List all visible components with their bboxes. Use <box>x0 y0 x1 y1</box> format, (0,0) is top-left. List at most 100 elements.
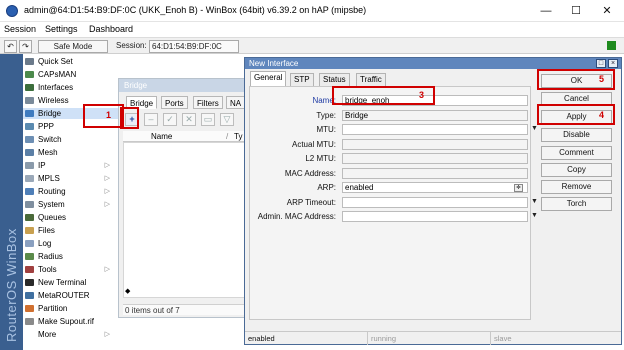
status-running: running <box>367 332 490 345</box>
close-button[interactable]: ✕ <box>592 3 622 19</box>
window-title: admin@64:D1:54:B9:DF:0C (UKK_Enoh B) - W… <box>24 5 367 15</box>
sidebar-item-ip[interactable]: IP ▷ <box>23 160 120 171</box>
sidebar-item-label: Log <box>38 239 52 248</box>
sidebar-item-label: Make Supout.rif <box>38 317 95 326</box>
sidebar-item-label: Bridge <box>38 109 62 118</box>
actual-mtu-row: Actual MTU: <box>250 139 532 151</box>
mtu-label: MTU: <box>316 125 336 134</box>
sidebar-item-more[interactable]: More ▷ <box>23 329 120 340</box>
comment-icon[interactable]: ▭ <box>201 113 215 126</box>
mtu-input[interactable] <box>342 124 528 135</box>
column-name[interactable]: Name <box>151 131 172 142</box>
mac-value <box>342 168 528 179</box>
sidebar-item-queues[interactable]: Queues <box>23 212 120 223</box>
type-value: Bridge <box>342 110 528 121</box>
tab-status[interactable]: Status <box>319 73 350 86</box>
session-field[interactable]: 64:D1:54:B9:DF:0C <box>149 40 239 53</box>
bridge-toolbar: + – ✓ ✕ ▭ ▽ <box>123 112 247 128</box>
sidebar-item-label: Interfaces <box>38 83 74 92</box>
tab-stp[interactable]: STP <box>290 73 314 86</box>
brand-text: RouterOS WinBox <box>4 228 19 342</box>
sidebar-item-label: Wireless <box>38 96 69 105</box>
menu-session[interactable]: Session <box>4 24 36 34</box>
menu-settings[interactable]: Settings <box>45 24 78 34</box>
terminal-icon <box>25 279 34 286</box>
tab-filters[interactable]: Filters <box>193 96 223 109</box>
sidebar-item-files[interactable]: Files <box>23 225 120 236</box>
type-label: Type: <box>316 111 336 120</box>
tab-traffic[interactable]: Traffic <box>356 73 386 86</box>
sidebar-menu: Quick Set CAPsMAN Interfaces Wireless Bridge… <box>23 54 120 350</box>
enable-icon[interactable]: ✓ <box>163 113 177 126</box>
restore-icon[interactable]: □ <box>596 59 606 68</box>
admin-mac-dropdown-icon[interactable]: ▼ <box>531 212 538 219</box>
sort-indicator: / <box>226 132 229 141</box>
sidebar-item-label: IP <box>38 161 46 170</box>
menu-dashboard[interactable]: Dashboard <box>89 24 133 34</box>
sidebar-item-tools[interactable]: Tools ▷ <box>23 264 120 275</box>
menu-bar: Session Settings Dashboard <box>0 22 624 37</box>
sidebar-item-make-supout-rif[interactable]: Make Supout.rif <box>23 316 120 327</box>
undo-icon[interactable]: ↶ <box>4 40 17 53</box>
admin-mac-input[interactable] <box>342 211 528 222</box>
dialog-close-icon[interactable]: × <box>608 59 618 68</box>
mtu-dropdown-icon[interactable]: ▼ <box>531 125 538 132</box>
copy-button[interactable]: Copy <box>541 163 612 177</box>
maximize-button[interactable]: ☐ <box>561 3 591 19</box>
tab-ports[interactable]: Ports <box>161 96 188 109</box>
sidebar-item-label: PPP <box>38 122 55 131</box>
sidebar-item-label: System <box>38 200 65 209</box>
sidebar-item-label: Files <box>38 226 55 235</box>
sidebar-item-mesh[interactable]: Mesh <box>23 147 120 158</box>
annotation-box-add <box>120 107 139 129</box>
system-icon <box>25 201 34 208</box>
tab-nat[interactable]: NA <box>226 96 246 109</box>
sidebar-item-mpls[interactable]: MPLS ▷ <box>23 173 120 184</box>
dialog-title: New Interface <box>245 58 621 69</box>
tools-icon <box>25 266 34 273</box>
title-bar: admin@64:D1:54:B9:DF:0C (UKK_Enoh B) - W… <box>0 0 624 22</box>
sidebar-item-label: MetaROUTER <box>38 291 90 300</box>
remove-icon[interactable]: – <box>144 113 158 126</box>
annotation-box-bridge <box>83 104 124 128</box>
sidebar-item-label: Radius <box>38 252 63 261</box>
submenu-arrow-icon: ▷ <box>104 201 110 208</box>
tab-general[interactable]: General <box>250 71 287 86</box>
annotation-label-3: 3 <box>419 90 425 100</box>
interfaces-icon <box>25 84 34 91</box>
sidebar-item-interfaces[interactable]: Interfaces <box>23 82 120 93</box>
torch-button[interactable]: Torch <box>541 197 612 211</box>
arp-select[interactable]: enabled ≑ <box>342 182 528 193</box>
sidebar-item-switch[interactable]: Switch <box>23 134 120 145</box>
submenu-arrow-icon: ▷ <box>104 188 110 195</box>
sidebar-item-routing[interactable]: Routing ▷ <box>23 186 120 197</box>
sidebar-item-capsman[interactable]: CAPsMAN <box>23 69 120 80</box>
minimize-button[interactable]: — <box>531 3 561 19</box>
sidebar-item-log[interactable]: Log <box>23 238 120 249</box>
disable-button[interactable]: Disable <box>541 128 612 142</box>
actual-mtu-value <box>342 139 528 150</box>
sidebar-item-quick-set[interactable]: Quick Set <box>23 56 120 67</box>
sidebar-item-radius[interactable]: Radius <box>23 251 120 262</box>
filter-icon[interactable]: ▽ <box>220 113 234 126</box>
remove-button[interactable]: Remove <box>541 180 612 194</box>
bridge-list[interactable]: ◆ <box>123 142 247 298</box>
annotation-label-5: 5 <box>599 74 605 84</box>
sidebar-item-partition[interactable]: Partition <box>23 303 120 314</box>
arp-timeout-input[interactable] <box>342 197 528 208</box>
sidebar-item-label: CAPsMAN <box>38 70 77 79</box>
sidebar-item-metarouter[interactable]: MetaROUTER <box>23 290 120 301</box>
sidebar-item-new-terminal[interactable]: New Terminal <box>23 277 120 288</box>
redo-icon[interactable]: ↷ <box>19 40 32 53</box>
safe-mode-button[interactable]: Safe Mode <box>38 40 108 53</box>
sidebar-item-system[interactable]: System ▷ <box>23 199 120 210</box>
capsman-icon <box>25 71 34 78</box>
sidebar-item-label: New Terminal <box>38 278 87 287</box>
column-type[interactable]: Ty <box>234 131 242 142</box>
disable-icon[interactable]: ✕ <box>182 113 196 126</box>
ppp-icon <box>25 123 34 130</box>
arp-select-icon[interactable]: ≑ <box>514 184 523 192</box>
arp-timeout-dropdown-icon[interactable]: ▼ <box>531 198 538 205</box>
comment-button[interactable]: Comment <box>541 146 612 160</box>
files-icon <box>25 227 34 234</box>
